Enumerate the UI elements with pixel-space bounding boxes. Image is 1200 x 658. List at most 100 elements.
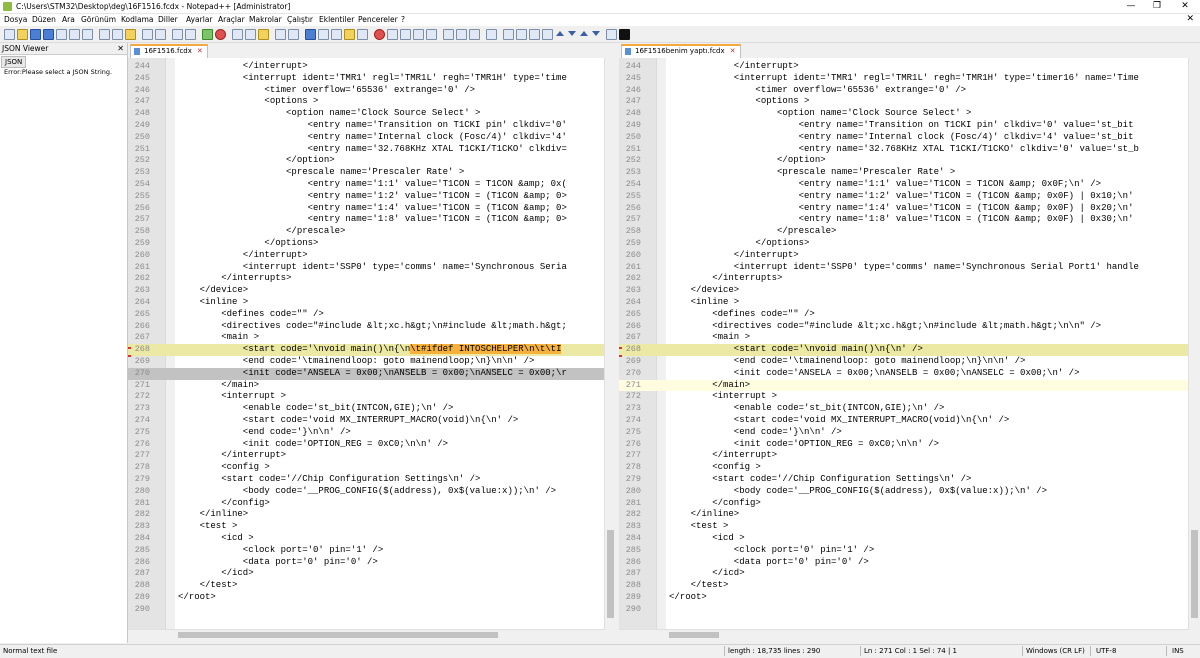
sync-horizontal-icon[interactable]: [245, 29, 256, 40]
code-line[interactable]: 289 </root>: [128, 592, 605, 604]
code-line[interactable]: 266 <directives code="#include &lt;xc.h&…: [128, 321, 605, 333]
code-line[interactable]: 262 </interrupts>: [619, 273, 1189, 285]
menu-ayarlar[interactable]: Ayarlar: [186, 15, 213, 25]
code-line[interactable]: 265 <defines code="" />: [619, 309, 1189, 321]
code-line[interactable]: 264 <inline >: [619, 297, 1189, 309]
code-line[interactable]: 285 <clock port='0' pin='1' />: [128, 545, 605, 557]
compare-icon[interactable]: [443, 29, 454, 40]
paste-icon[interactable]: [125, 29, 136, 40]
code-line[interactable]: 261 <interrupt ident='SSP0' type='comms'…: [128, 262, 605, 274]
compare-first-icon[interactable]: [503, 29, 514, 40]
code-line[interactable]: 254 <entry name='1:1' value='T1CON = T1C…: [128, 179, 605, 191]
code-line[interactable]: 272 <interrupt >: [128, 391, 605, 403]
sync-vertical-icon[interactable]: [232, 29, 243, 40]
code-line[interactable]: 281 </config>: [128, 498, 605, 510]
code-line[interactable]: 245 <interrupt ident='TMR1' regl='TMR1L'…: [128, 73, 605, 85]
code-line[interactable]: 279 <start code='//Chip Configuration Se…: [128, 474, 605, 486]
code-line[interactable]: 278 <config >: [128, 462, 605, 474]
code-line[interactable]: 286 <data port='0' pin='0' />: [128, 557, 605, 569]
scroll-thumb[interactable]: [669, 632, 719, 638]
code-line[interactable]: 257 <entry name='1:8' value='T1CON = (T1…: [619, 214, 1189, 226]
code-line[interactable]: 286 <data port='0' pin='0' />: [619, 557, 1189, 569]
new-file-icon[interactable]: [4, 29, 15, 40]
code-line[interactable]: 276 <init code='OPTION_REG = 0xC0;\n\n' …: [128, 439, 605, 451]
menu-help[interactable]: ?: [401, 15, 405, 25]
code-line[interactable]: 257 <entry name='1:8' value='T1CON = (T1…: [128, 214, 605, 226]
prev-change-icon[interactable]: [606, 29, 617, 40]
code-line[interactable]: 285 <clock port='0' pin='1' />: [619, 545, 1189, 557]
code-line[interactable]: 284 <icd >: [128, 533, 605, 545]
code-line[interactable]: 250 <entry name='Internal clock (Fosc/4)…: [128, 132, 605, 144]
code-line[interactable]: 268 <start code='\nvoid main()\n{\n' />: [619, 344, 1189, 358]
code-line[interactable]: 249 <entry name='Transition on T1CKI pin…: [128, 120, 605, 132]
code-line[interactable]: 271 </main>: [619, 379, 1189, 392]
code-line[interactable]: 259 </options>: [128, 238, 605, 250]
code-line[interactable]: 258 </prescale>: [128, 226, 605, 238]
maximize-button[interactable]: ❐: [1144, 0, 1170, 13]
code-line[interactable]: 254 <entry name='1:1' value='T1CON = T1C…: [619, 179, 1189, 191]
tab-16f1516[interactable]: 16F1516.fcdx ✕: [130, 44, 208, 58]
code-line[interactable]: 262 </interrupts>: [128, 273, 605, 285]
code-line[interactable]: 276 <init code='OPTION_REG = 0xC0;\n\n' …: [619, 439, 1189, 451]
scroll-thumb[interactable]: [607, 530, 614, 618]
code-line[interactable]: 275 <end code='}\n\n' />: [619, 427, 1189, 439]
left-vertical-scrollbar[interactable]: [604, 58, 616, 640]
next-diff-icon[interactable]: [568, 31, 576, 36]
word-wrap-icon[interactable]: [258, 29, 269, 40]
code-line[interactable]: 267 <main >: [619, 332, 1189, 344]
run-macro-multiple-icon[interactable]: [413, 29, 424, 40]
function-list-icon[interactable]: [331, 29, 342, 40]
code-line[interactable]: 255 <entry name='1:2' value='T1CON = (T1…: [619, 191, 1189, 203]
code-line[interactable]: 267 <main >: [128, 332, 605, 344]
json-viewer-icon[interactable]: [486, 29, 497, 40]
code-line[interactable]: 244 </interrupt>: [619, 61, 1189, 73]
code-line[interactable]: 273 <enable code='st_bit(INTCON,GIE);\n'…: [619, 403, 1189, 415]
code-line[interactable]: 288 </test>: [619, 580, 1189, 592]
code-line[interactable]: 283 <test >: [619, 521, 1189, 533]
menu-dosya[interactable]: Dosya: [4, 15, 27, 25]
compare-navigation-icon[interactable]: [529, 29, 540, 40]
code-line[interactable]: 248 <option name='Clock Source Select' >: [128, 108, 605, 120]
minimize-button[interactable]: —: [1118, 0, 1144, 13]
copy-icon[interactable]: [112, 29, 123, 40]
zoom-in-icon[interactable]: [202, 29, 213, 40]
code-line[interactable]: 287 </icd>: [128, 568, 605, 580]
right-vertical-scrollbar[interactable]: [1188, 58, 1200, 640]
code-line[interactable]: 256 <entry name='1:4' value='T1CON = (T1…: [128, 203, 605, 215]
tab-close-icon[interactable]: ✕: [730, 47, 736, 55]
compare-last-icon[interactable]: [516, 29, 527, 40]
code-line[interactable]: 255 <entry name='1:2' value='T1CON = (T1…: [128, 191, 605, 203]
save-icon[interactable]: [30, 29, 41, 40]
code-line[interactable]: 260 </interrupt>: [619, 250, 1189, 262]
code-line[interactable]: 269 <end code='\tmainendloop: goto maine…: [128, 356, 605, 368]
code-line[interactable]: 270 <init code='ANSELA = 0x00;\nANSELB =…: [619, 368, 1189, 380]
redo-icon[interactable]: [155, 29, 166, 40]
record-macro-icon[interactable]: [374, 29, 385, 40]
code-line[interactable]: 290: [128, 604, 605, 616]
open-file-icon[interactable]: [17, 29, 28, 40]
doc-map-icon[interactable]: [318, 29, 329, 40]
code-line[interactable]: 248 <option name='Clock Source Select' >: [619, 108, 1189, 120]
code-line[interactable]: 261 <interrupt ident='SSP0' type='comms'…: [619, 262, 1189, 274]
code-line[interactable]: 268 <start code='\nvoid main()\n{\n\t#if…: [128, 344, 605, 358]
previous-diff-icon[interactable]: [556, 31, 564, 36]
code-line[interactable]: 244 </interrupt>: [128, 61, 605, 73]
code-line[interactable]: 269 <end code='\tmainendloop: goto maine…: [619, 356, 1189, 368]
code-line[interactable]: 258 </prescale>: [619, 226, 1189, 238]
console-icon[interactable]: [619, 29, 630, 40]
code-line[interactable]: 251 <entry name='32.768KHz XTAL T1CKI/T1…: [128, 144, 605, 156]
print-icon[interactable]: [82, 29, 93, 40]
scroll-thumb[interactable]: [178, 632, 498, 638]
tab-16f1516-benim[interactable]: 16F1516benim yaptı.fcdx ✕: [621, 44, 741, 58]
play-macro-icon[interactable]: [400, 29, 411, 40]
find-icon[interactable]: [172, 29, 183, 40]
menu-ara[interactable]: Ara: [62, 15, 75, 25]
code-line[interactable]: 263 </device>: [619, 285, 1189, 297]
code-line[interactable]: 274 <start code='void MX_INTERRUPT_MACRO…: [619, 415, 1189, 427]
first-diff-icon[interactable]: [580, 31, 588, 36]
show-all-chars-icon[interactable]: [275, 29, 286, 40]
code-line[interactable]: 272 <interrupt >: [619, 391, 1189, 403]
right-editor[interactable]: 244 </interrupt> 245 <interrupt ident='TM…: [619, 58, 1200, 640]
menu-pencereler[interactable]: Pencereler: [358, 15, 398, 25]
replace-icon[interactable]: [185, 29, 196, 40]
